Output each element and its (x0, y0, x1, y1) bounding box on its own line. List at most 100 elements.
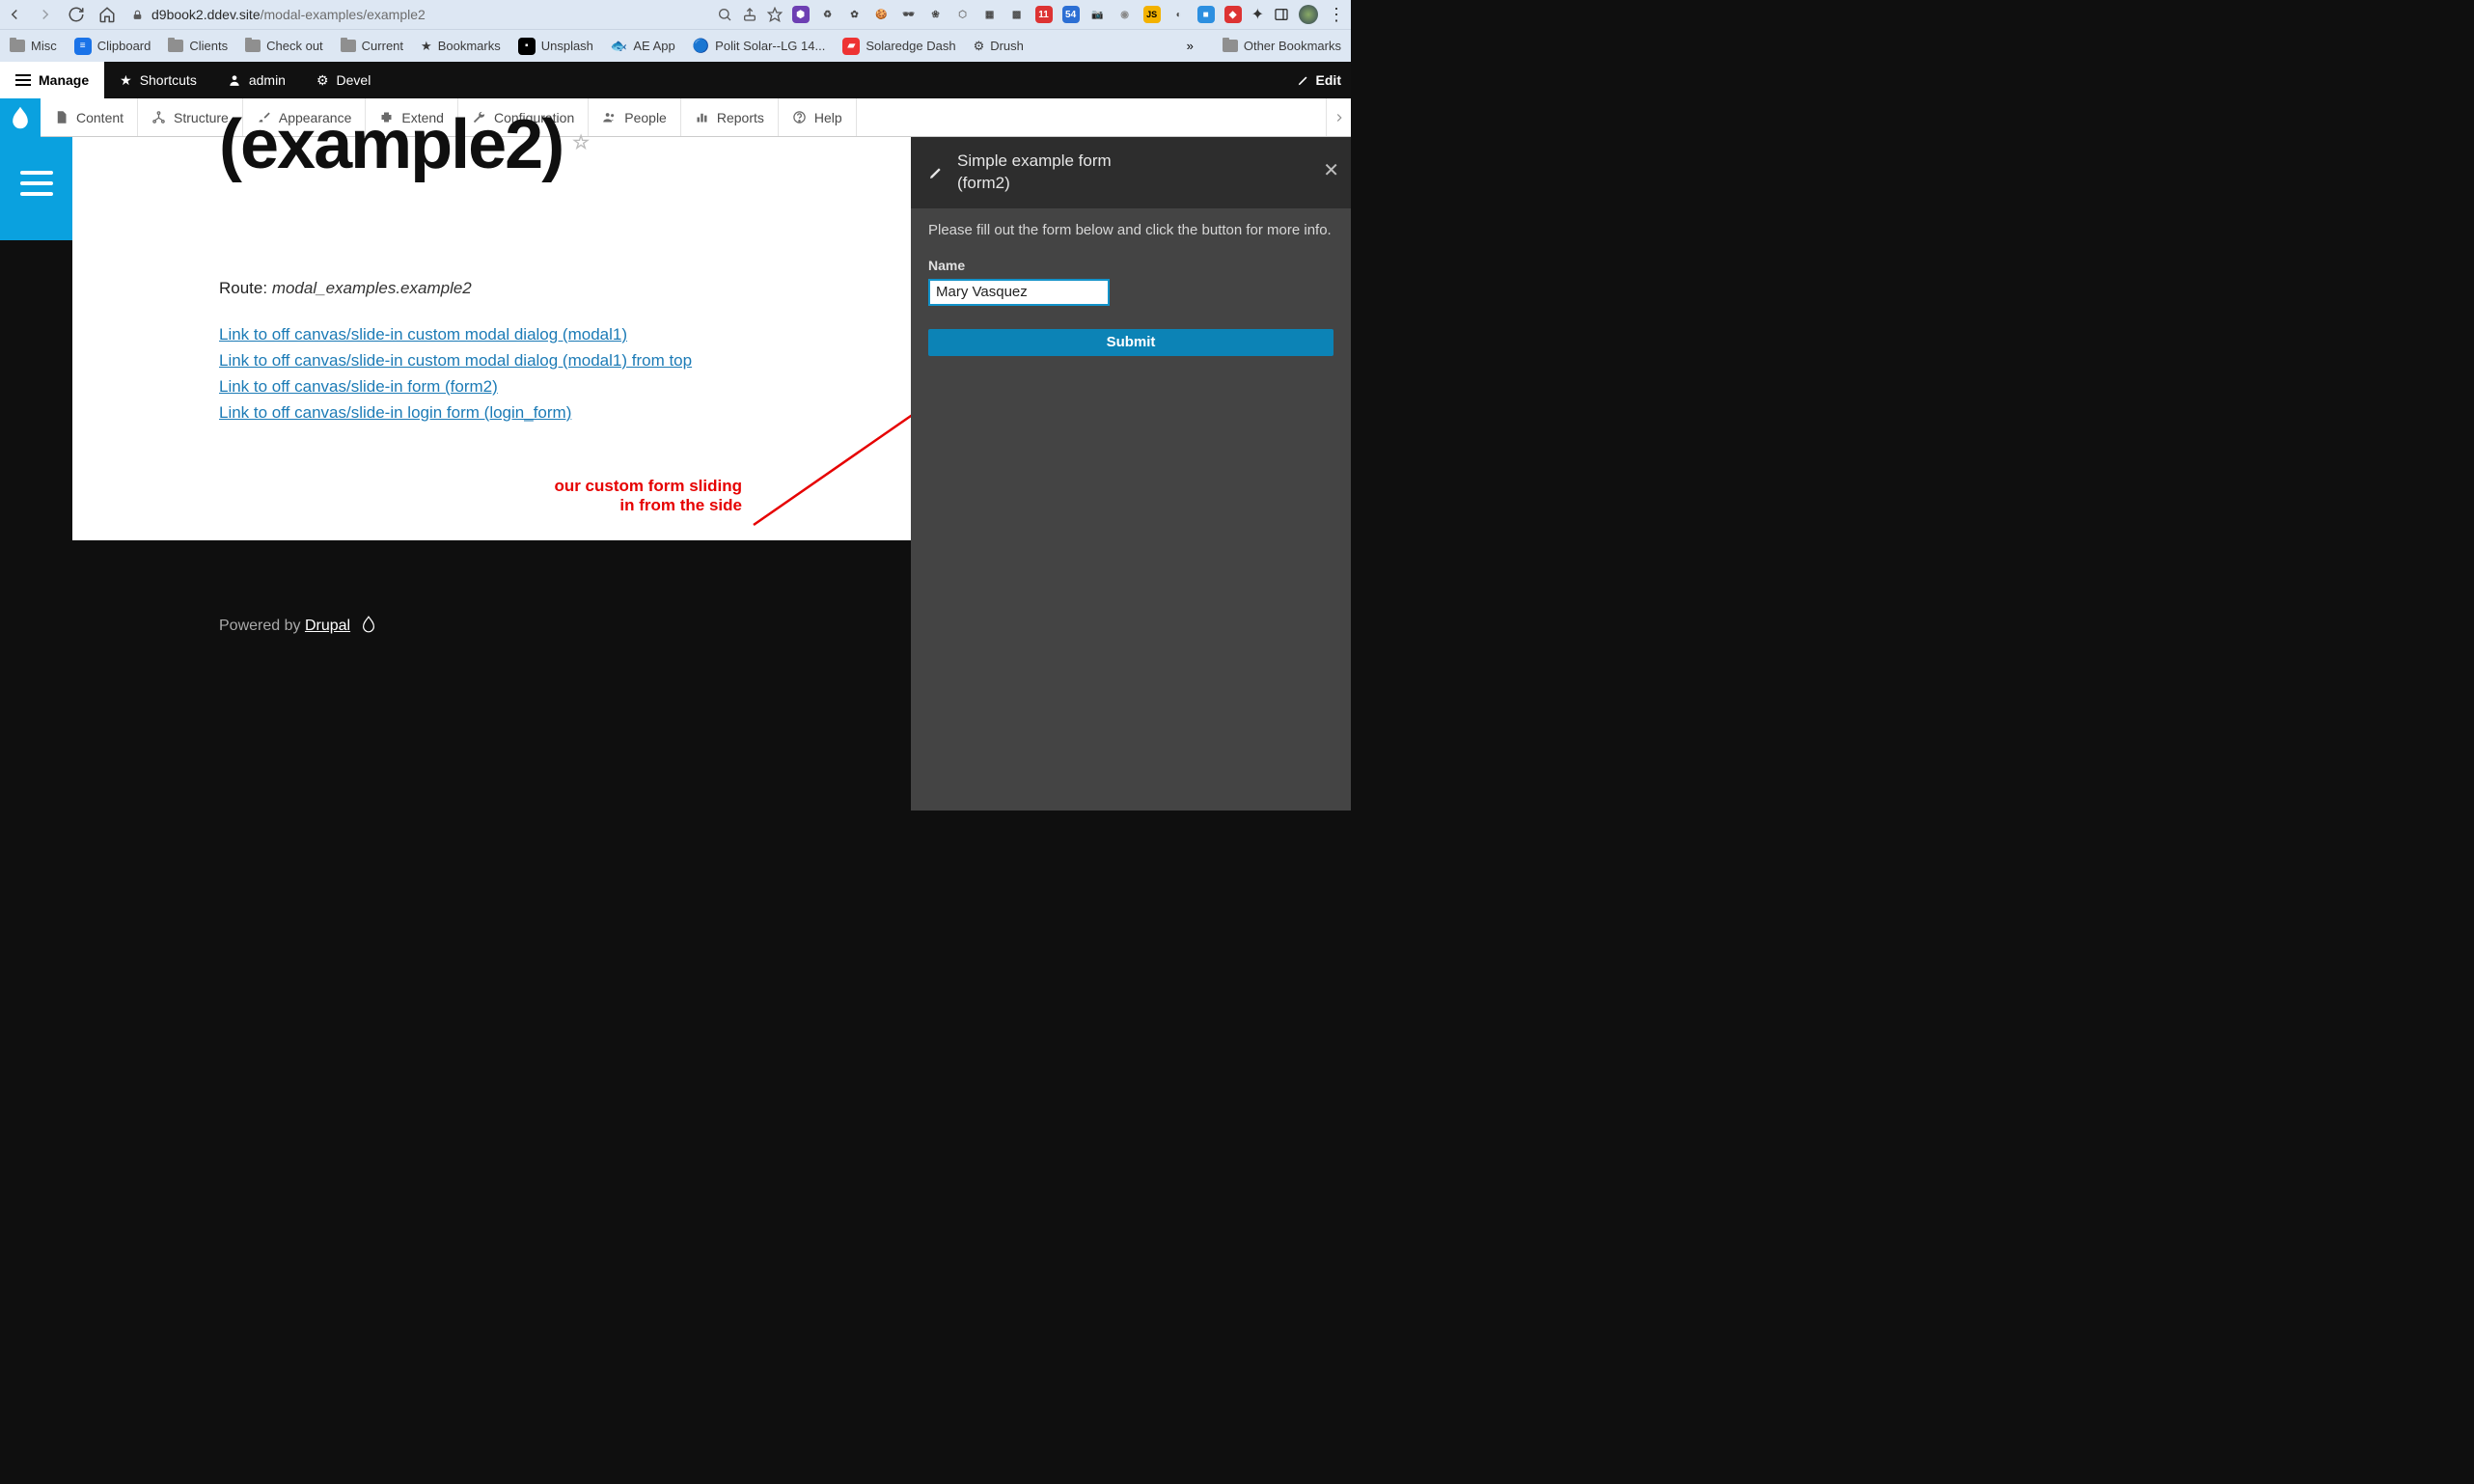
folder-icon (341, 40, 356, 52)
reload-icon[interactable] (68, 6, 85, 23)
bookmark-drush[interactable]: ⚙Drush (974, 39, 1024, 54)
app-icon: 🐟 (611, 38, 627, 54)
bookmark-current[interactable]: Current (341, 39, 403, 53)
sidebar-toggle[interactable] (20, 171, 53, 196)
doc-icon: ≡ (74, 38, 92, 55)
page-content: (example2)☆ Route: modal_examples.exampl… (72, 137, 912, 540)
page-title: (example2)☆ (219, 114, 912, 177)
extension-icon[interactable]: ⬡ (954, 6, 972, 23)
bookmark-polit-solar[interactable]: 🔵Polit Solar--LG 14... (693, 38, 826, 54)
link-form2[interactable]: Link to off canvas/slide-in form (form2) (219, 377, 912, 397)
extension-icon[interactable]: ◉ (1116, 6, 1134, 23)
main-area: Powered by Drupal (example2)☆ Route: mod… (0, 137, 1351, 811)
extension-icon[interactable]: ▦ (981, 6, 999, 23)
unsplash-icon: ▪ (518, 38, 536, 55)
folder-icon (1223, 40, 1238, 52)
star-icon: ★ (421, 39, 432, 54)
menu-content[interactable]: Content (41, 98, 138, 136)
link-modal1[interactable]: Link to off canvas/slide-in custom modal… (219, 325, 912, 344)
browser-toolbar: d9book2.ddev.site/modal-examples/example… (0, 0, 1351, 29)
annotation-text: our custom form sliding in from the side (491, 477, 742, 515)
extension-icon[interactable]: 🍪 (873, 6, 891, 23)
url-bar[interactable]: d9book2.ddev.site/modal-examples/example… (125, 7, 431, 22)
menu-icon[interactable]: ⋮ (1328, 5, 1345, 25)
link-modal1-top[interactable]: Link to off canvas/slide-in custom modal… (219, 351, 912, 371)
close-icon[interactable]: ✕ (1323, 158, 1339, 182)
bookmark-unsplash[interactable]: ▪Unsplash (518, 38, 593, 55)
name-input[interactable] (928, 279, 1110, 306)
offcanvas-panel: Simple example form (form2) ✕ Please fil… (911, 137, 1351, 811)
extension-icon[interactable]: ♻ (819, 6, 837, 23)
other-bookmarks[interactable]: Other Bookmarks (1223, 39, 1341, 53)
extension-icon[interactable]: ✿ (846, 6, 864, 23)
pencil-icon (1297, 73, 1310, 87)
search-icon[interactable] (717, 7, 732, 22)
folder-icon (10, 40, 25, 52)
drupal-logo[interactable] (0, 98, 41, 137)
example-links: Link to off canvas/slide-in custom modal… (219, 325, 912, 423)
extension-icon[interactable]: 🕶 (900, 6, 918, 23)
back-icon[interactable] (6, 6, 23, 23)
menu-orientation-toggle[interactable] (1326, 98, 1351, 136)
bookmark-clients[interactable]: Clients (168, 39, 228, 53)
extension-badge[interactable]: 11 (1035, 6, 1053, 23)
powered-by-text: Powered by Drupal (219, 618, 350, 634)
pencil-icon (928, 165, 944, 180)
extension-icon[interactable]: ◐ (1170, 6, 1188, 23)
offcanvas-title: Simple example form (form2) (957, 151, 1112, 195)
extension-icon[interactable]: ⬢ (792, 6, 810, 23)
structure-icon (151, 110, 166, 124)
hamburger-icon (15, 74, 31, 86)
sidebar-left (0, 137, 72, 240)
star-icon[interactable] (767, 7, 783, 22)
admin-shortcuts[interactable]: ★Shortcuts (104, 62, 212, 98)
extension-icon[interactable]: ■ (1197, 6, 1215, 23)
gear-icon: ⚙ (974, 39, 985, 54)
home-icon[interactable] (98, 6, 116, 23)
drupal-drop-icon (361, 616, 376, 633)
admin-devel[interactable]: ⚙Devel (301, 62, 386, 98)
submit-button[interactable]: Submit (928, 329, 1333, 356)
admin-edit[interactable]: Edit (1297, 72, 1351, 88)
share-icon[interactable] (742, 7, 757, 22)
camera-icon[interactable]: 📷 (1089, 6, 1107, 23)
bookmark-aeapp[interactable]: 🐟AE App (611, 38, 675, 54)
star-outline-icon[interactable]: ☆ (572, 132, 588, 153)
folder-icon (168, 40, 183, 52)
extension-icon[interactable]: ▩ (1008, 6, 1026, 23)
link-login-form[interactable]: Link to off canvas/slide-in login form (… (219, 403, 912, 423)
admin-user[interactable]: admin (212, 62, 301, 98)
extensions-icon[interactable]: ✦ (1251, 5, 1264, 24)
extension-icon[interactable]: JS (1143, 6, 1161, 23)
route-label: Route: modal_examples.example2 (219, 279, 912, 298)
drupal-drop-icon (10, 105, 31, 130)
bookmark-misc[interactable]: Misc (10, 39, 57, 53)
extension-badge[interactable]: 54 (1062, 6, 1080, 23)
lock-icon (131, 9, 144, 21)
offcanvas-header: Simple example form (form2) ✕ (911, 137, 1351, 208)
panel-icon[interactable] (1274, 7, 1289, 22)
form-description: Please fill out the form below and click… (928, 222, 1333, 238)
arrow-icon (1333, 111, 1346, 124)
profile-avatar[interactable] (1299, 5, 1318, 24)
gear-icon: ⚙ (316, 72, 329, 89)
bookmark-checkout[interactable]: Check out (245, 39, 323, 53)
drupal-admin-toolbar: Manage ★Shortcuts admin ⚙Devel Edit (0, 62, 1351, 98)
extension-icon[interactable]: ◆ (1224, 6, 1242, 23)
extension-icon[interactable]: ❀ (927, 6, 945, 23)
name-label: Name (928, 258, 1333, 273)
file-icon (54, 110, 69, 124)
admin-manage[interactable]: Manage (0, 62, 104, 98)
bookmark-bookmarks[interactable]: ★Bookmarks (421, 39, 501, 54)
user-icon (228, 73, 241, 87)
app-icon: ▰ (842, 38, 860, 55)
bookmark-solaredge[interactable]: ▰Solaredge Dash (842, 38, 955, 55)
drupal-link[interactable]: Drupal (305, 618, 350, 634)
url-text: d9book2.ddev.site/modal-examples/example… (151, 7, 426, 22)
bookmark-clipboard[interactable]: ≡Clipboard (74, 38, 151, 55)
forward-icon[interactable] (37, 6, 54, 23)
app-icon: 🔵 (693, 38, 709, 54)
folder-icon (245, 40, 261, 52)
bookmark-overflow[interactable]: » (1187, 39, 1194, 53)
star-icon: ★ (120, 72, 132, 89)
